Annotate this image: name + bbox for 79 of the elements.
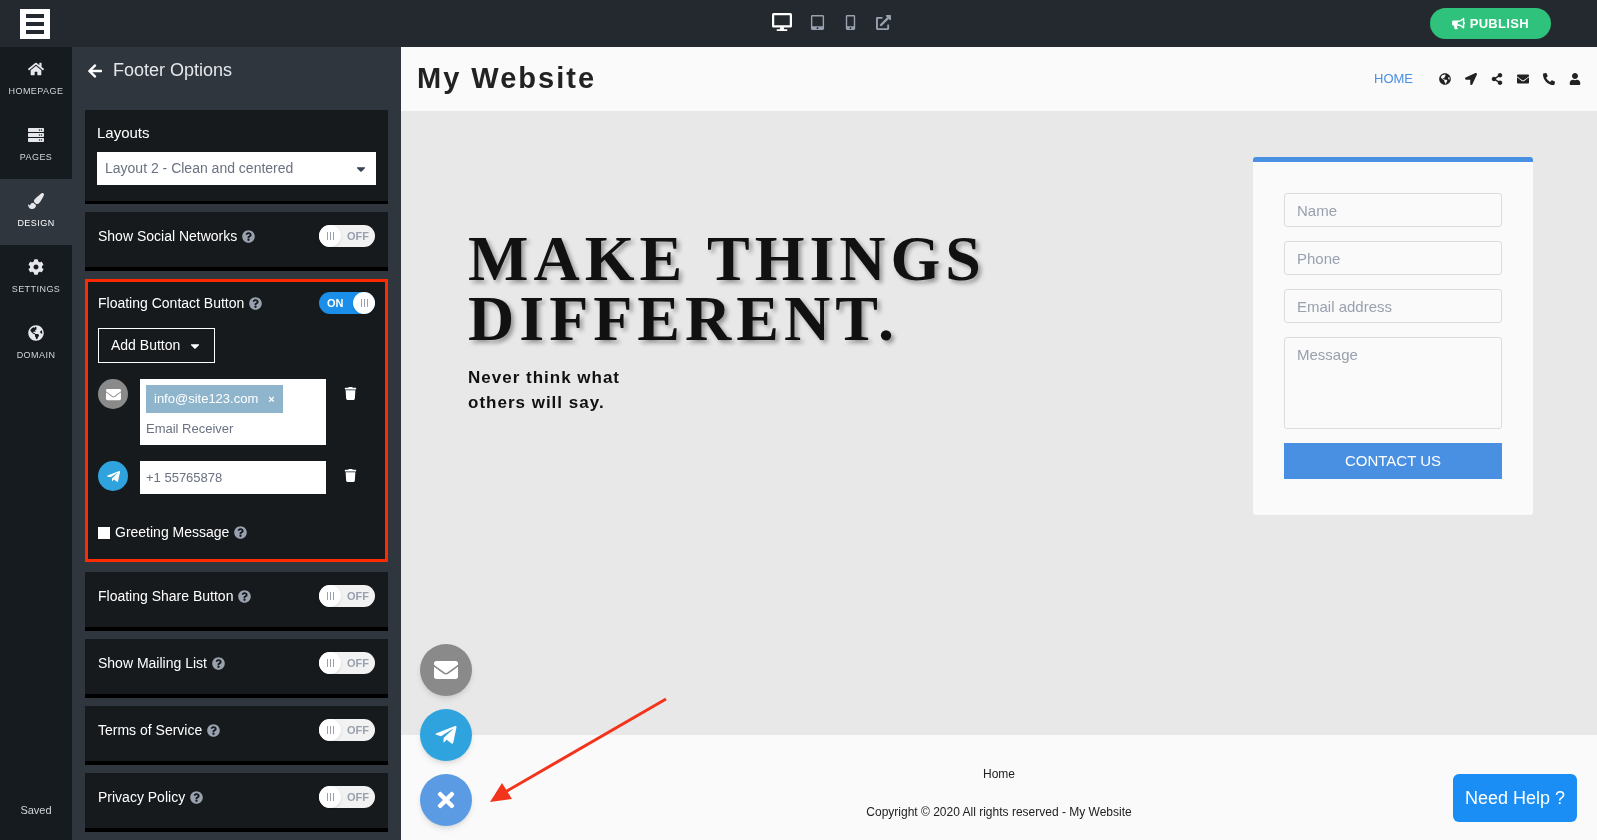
help-icon[interactable] [190,790,204,804]
toggle-switch[interactable]: ON [319,292,375,315]
menu-link[interactable]: HOME [1374,69,1413,89]
form-field[interactable]: Email address [1284,289,1502,323]
remove-tag-button[interactable]: × [268,390,275,408]
help-icon[interactable] [211,656,225,670]
email-tag: info@site123.com × [146,385,283,413]
envelope-icon [434,658,458,682]
add-button-dropdown[interactable]: Add Button [98,328,216,364]
message-field[interactable]: Message [1284,337,1502,429]
form-field[interactable]: Name [1284,193,1502,227]
hero-subtitle: Never think what others will say. [468,367,622,414]
nav-item[interactable]: DOMAIN [0,311,72,377]
globe-icon [28,325,44,342]
copyright-text: Copyright © 2020 All rights reserved - My Website [866,804,1132,821]
contact-us-button[interactable]: CONTACT US [1284,443,1502,479]
tablet-icon[interactable] [810,14,825,30]
paper-plane-icon [434,723,458,747]
publish-button[interactable]: PUBLISH [1429,8,1551,39]
toggle-knob [319,225,341,248]
logo-icon[interactable] [20,8,50,39]
toggle-switch[interactable]: OFF [319,225,375,248]
envelope-icon [98,379,128,410]
gear-icon [28,259,44,276]
telegram-number-field[interactable]: +1 55765878 [140,461,326,495]
help-icon[interactable] [234,526,248,540]
checkbox[interactable] [98,526,110,539]
option-label: Show Mailing List [98,653,207,673]
footer-link[interactable]: Home [983,765,1015,783]
help-icon[interactable] [207,723,221,737]
need-help-button[interactable]: Need Help ? [1452,774,1577,822]
nav-item[interactable]: PAGES [0,113,72,179]
desktop-icon[interactable] [772,12,792,32]
mobile-icon[interactable] [843,14,858,30]
user-icon[interactable] [1569,73,1581,85]
toggle-knob [319,786,341,809]
trash-icon[interactable] [344,469,357,483]
nav-item[interactable]: HOMEPAGE [0,47,72,113]
back-arrow-icon[interactable] [87,62,103,79]
option-label: Floating Share Button [98,586,234,606]
option-label: Terms of Service [98,720,203,740]
layout-select[interactable]: Layout 2 - Clean and centered [97,152,376,186]
toggle-knob [319,719,341,742]
toggle-switch[interactable]: OFF [319,719,375,742]
phone-icon[interactable] [1543,73,1555,85]
layouts-label: Layouts [97,122,151,143]
share-icon[interactable] [1491,73,1503,85]
house-icon [28,61,44,78]
location-arrow-icon[interactable] [1465,73,1477,85]
paintbrush-icon [28,193,44,210]
toggle-knob [319,585,341,608]
envelope-icon[interactable] [1517,73,1529,85]
panel-title: Footer Options [113,59,233,83]
email-input[interactable]: Email Receiver [146,418,320,439]
checkbox-label: Greeting Message [115,523,230,543]
globe-icon[interactable] [1439,73,1451,85]
toggle-switch[interactable]: OFF [319,786,375,809]
email-receiver-field[interactable]: info@site123.com × Email Receiver [140,379,326,446]
nav-item[interactable]: DESIGN [0,179,72,245]
help-icon[interactable] [242,229,256,243]
external-link-icon[interactable] [876,14,891,30]
save-status: Saved [19,802,53,818]
help-icon[interactable] [249,296,263,310]
toggle-switch[interactable]: OFF [319,652,375,675]
site-title: My Website [417,61,596,97]
toggle-switch[interactable]: OFF [319,585,375,608]
toggle-knob [353,292,375,315]
option-label: Show Social Networks [98,226,238,246]
trash-icon[interactable] [344,387,357,401]
form-field[interactable]: Phone [1284,241,1502,275]
hero-title: MAKE THINGS DIFFERENT. [468,229,986,349]
option-label: Privacy Policy [98,787,186,807]
nav-item[interactable]: SETTINGS [0,245,72,311]
stacked-bars-icon [28,127,44,144]
option-label: Floating Contact Button [98,293,245,313]
help-icon[interactable] [238,589,252,603]
paper-plane-icon [98,461,128,492]
toggle-knob [319,652,341,675]
megaphone-icon [1451,17,1465,30]
